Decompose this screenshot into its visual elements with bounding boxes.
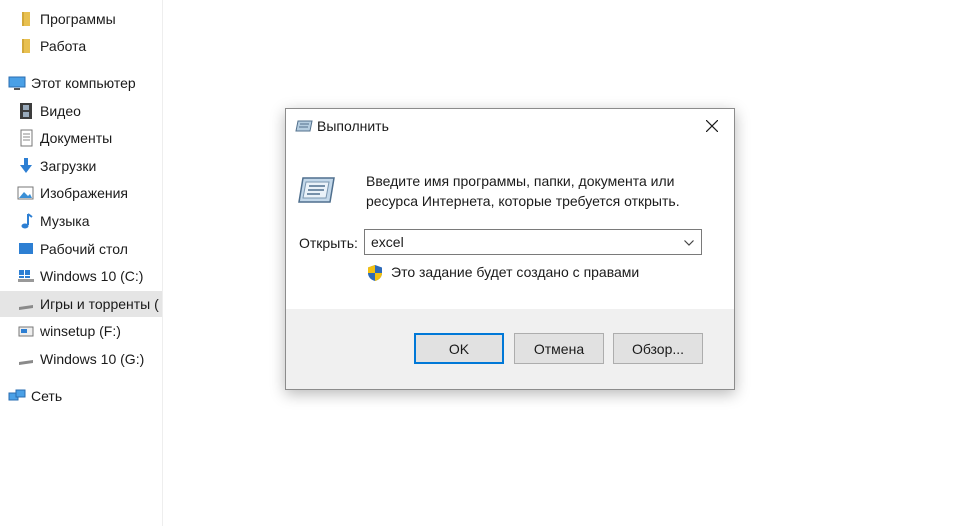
- navigation-pane: Программы Работа Этот компьютер Видео До…: [0, 0, 163, 526]
- chevron-down-icon[interactable]: [681, 235, 697, 251]
- open-combobox[interactable]: [364, 229, 702, 255]
- nav-item-label: Сеть: [31, 388, 63, 404]
- nav-item-work[interactable]: Работа: [16, 33, 86, 59]
- nav-item-games-drive[interactable]: Игры и торренты (: [0, 291, 162, 317]
- close-button[interactable]: [690, 109, 734, 142]
- uac-shield-icon: [366, 264, 384, 285]
- run-small-icon: [295, 118, 313, 137]
- nav-item-label: Windows 10 (G:): [40, 351, 145, 367]
- network-icon: [7, 386, 27, 406]
- nav-item-label: Работа: [40, 38, 87, 54]
- documents-icon: [16, 128, 36, 148]
- drive-icon: [16, 349, 36, 369]
- open-label: Открыть:: [299, 235, 358, 251]
- nav-item-desktop[interactable]: Рабочий стол: [16, 236, 128, 262]
- nav-item-label: Этот компьютер: [31, 75, 136, 91]
- nav-item-drive-f[interactable]: winsetup (F:): [16, 318, 121, 344]
- nav-item-label: Загрузки: [40, 158, 97, 174]
- windows-drive-icon: [16, 266, 36, 286]
- nav-item-video[interactable]: Видео: [16, 98, 81, 124]
- music-icon: [16, 211, 36, 231]
- nav-item-this-pc[interactable]: Этот компьютер: [7, 70, 136, 96]
- nav-item-music[interactable]: Музыка: [16, 208, 90, 234]
- nav-item-label: Программы: [40, 11, 116, 27]
- browse-button[interactable]: Обзор...: [613, 333, 703, 364]
- computer-icon: [7, 73, 27, 93]
- nav-item-label: Рабочий стол: [40, 241, 128, 257]
- nav-item-label: Видео: [40, 103, 81, 119]
- admin-rights-note: Это задание будет создано с правами: [391, 264, 640, 280]
- dialog-description: Введите имя программы, папки, документа …: [366, 173, 680, 209]
- dialog-content: Введите имя программы, папки, документа …: [286, 142, 734, 309]
- usb-drive-icon: [16, 321, 36, 341]
- close-icon: [706, 119, 718, 132]
- cancel-button[interactable]: Отмена: [514, 333, 604, 364]
- nav-item-programs[interactable]: Программы: [16, 6, 116, 32]
- dialog-title: Выполнить: [317, 118, 389, 134]
- nav-item-label: winsetup (F:): [40, 323, 121, 339]
- run-icon: [298, 174, 336, 211]
- folder-icon: [16, 36, 36, 56]
- nav-item-documents[interactable]: Документы: [16, 125, 112, 151]
- nav-item-label: Музыка: [40, 213, 90, 229]
- pictures-icon: [16, 183, 36, 203]
- folder-icon: [16, 9, 36, 29]
- desktop-icon: [16, 239, 36, 259]
- nav-item-pictures[interactable]: Изображения: [16, 180, 128, 206]
- run-dialog: Выполнить Введите имя программы, папки, …: [285, 108, 735, 390]
- nav-item-drive-c[interactable]: Windows 10 (C:): [16, 263, 143, 289]
- video-icon: [16, 101, 36, 121]
- nav-item-downloads[interactable]: Загрузки: [16, 153, 96, 179]
- download-icon: [16, 156, 36, 176]
- nav-item-label: Документы: [40, 130, 113, 146]
- drive-icon: [16, 294, 36, 314]
- nav-item-drive-g[interactable]: Windows 10 (G:): [16, 346, 144, 372]
- nav-item-label: Игры и торренты (: [40, 296, 159, 312]
- nav-item-label: Изображения: [40, 185, 128, 201]
- nav-item-label: Windows 10 (C:): [40, 268, 144, 284]
- dialog-titlebar[interactable]: Выполнить: [286, 109, 734, 142]
- nav-item-network[interactable]: Сеть: [7, 383, 62, 409]
- open-input[interactable]: [371, 233, 671, 251]
- ok-button[interactable]: OK: [414, 333, 504, 364]
